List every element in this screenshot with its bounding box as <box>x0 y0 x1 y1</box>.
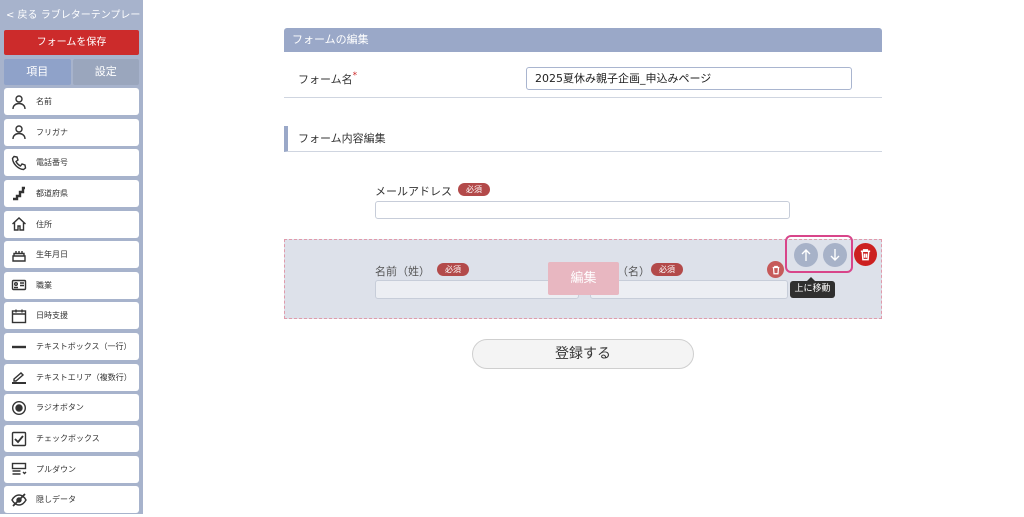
sidebar-item-label: フリガナ <box>36 127 68 137</box>
save-form-button[interactable]: フォームを保存 <box>4 30 139 55</box>
move-up-button[interactable] <box>794 243 818 267</box>
sidebar-tabs: 項目 設定 <box>4 59 139 85</box>
id-card-icon <box>10 276 28 294</box>
trash-icon[interactable] <box>767 261 784 278</box>
sidebar-item-textarea[interactable]: テキストエリア（複数行） <box>4 363 139 391</box>
sidebar-item-datetime[interactable]: 日時支援 <box>4 302 139 330</box>
form-content-header: フォーム内容編集 <box>284 126 882 152</box>
form-name-label: フォーム名* <box>298 71 358 86</box>
sidebar-item-furigana[interactable]: フリガナ <box>4 118 139 146</box>
required-badge: 必須 <box>437 263 469 276</box>
cake-icon <box>10 246 28 264</box>
sidebar-item-label: テキストボックス（一行） <box>36 342 132 352</box>
sidebar: < 戻る ラブレターテンプレート フォームを保存 項目 設定 名前 フリガナ 電… <box>0 0 150 517</box>
home-icon <box>10 215 28 233</box>
tab-items[interactable]: 項目 <box>4 59 71 85</box>
register-button[interactable]: 登録する <box>472 339 694 369</box>
map-pin-icon <box>10 184 28 202</box>
sidebar-item-label: チェックボックス <box>36 434 100 444</box>
sidebar-item-textbox[interactable]: テキストボックス（一行） <box>4 333 139 361</box>
sidebar-item-label: ラジオボタン <box>36 403 84 413</box>
first-name-label: （名） <box>617 265 650 278</box>
form-name-row: フォーム名* 2025夏休み親子企画_申込みページ <box>284 60 882 98</box>
dropdown-icon <box>10 460 28 478</box>
email-field-label: メールアドレス <box>375 185 452 198</box>
sidebar-item-phone[interactable]: 電話番号 <box>4 149 139 177</box>
sidebar-item-prefecture[interactable]: 都道府県 <box>4 179 139 207</box>
delete-field-button[interactable] <box>854 243 877 266</box>
move-down-button[interactable] <box>823 243 847 267</box>
sidebar-item-label: 都道府県 <box>36 188 68 198</box>
sidebar-item-label: 日時支援 <box>36 311 68 321</box>
sidebar-item-label: 職業 <box>36 280 52 290</box>
last-name-label: 名前（姓） <box>375 265 430 278</box>
sidebar-item-hidden-data[interactable]: 隠しデータ <box>4 486 139 514</box>
sidebar-item-dropdown[interactable]: プルダウン <box>4 455 139 483</box>
sidebar-item-label: 電話番号 <box>36 158 68 168</box>
sidebar-item-label: 名前 <box>36 97 52 106</box>
back-link[interactable]: < 戻る ラブレターテンプレート <box>6 6 150 21</box>
pen-icon <box>10 368 28 386</box>
sidebar-item-radio[interactable]: ラジオボタン <box>4 394 139 422</box>
arrow-down-icon <box>830 249 840 261</box>
form-name-input[interactable]: 2025夏休み親子企画_申込みページ <box>526 67 852 90</box>
email-field-input[interactable] <box>375 201 790 219</box>
checkbox-icon <box>10 430 28 448</box>
required-badge: 必須 <box>651 263 683 276</box>
sidebar-item-checkbox[interactable]: チェックボックス <box>4 425 139 453</box>
person-icon <box>10 123 28 141</box>
required-mark: * <box>352 71 358 81</box>
field-palette: 名前 フリガナ 電話番号 都道府県 住所 生年月日 職業 日時支援 テキストボッ… <box>4 88 139 517</box>
first-name-input[interactable] <box>590 280 788 299</box>
sidebar-item-name[interactable]: 名前 <box>4 88 139 115</box>
sidebar-item-address[interactable]: 住所 <box>4 210 139 238</box>
sidebar-item-birthday[interactable]: 生年月日 <box>4 241 139 269</box>
eye-off-icon <box>10 491 28 509</box>
sidebar-item-label: テキストエリア（複数行） <box>36 372 132 382</box>
radio-icon <box>10 399 28 417</box>
sidebar-item-label: 生年月日 <box>36 250 68 260</box>
move-up-tooltip: 上に移動 <box>790 277 835 298</box>
phone-icon <box>10 154 28 172</box>
line-icon <box>10 338 28 356</box>
sidebar-item-label: 住所 <box>36 219 52 229</box>
required-badge: 必須 <box>458 183 490 196</box>
sidebar-item-label: 隠しデータ <box>36 495 76 505</box>
edit-overlay-button[interactable]: 編集 <box>548 262 619 295</box>
sidebar-item-occupation[interactable]: 職業 <box>4 271 139 299</box>
arrow-up-icon <box>801 249 811 261</box>
sidebar-item-label: プルダウン <box>36 464 76 474</box>
tab-settings[interactable]: 設定 <box>72 59 139 85</box>
trash-icon <box>860 249 871 261</box>
form-edit-header: フォームの編集 <box>284 28 882 52</box>
calendar-icon <box>10 307 28 325</box>
person-icon <box>10 93 28 111</box>
